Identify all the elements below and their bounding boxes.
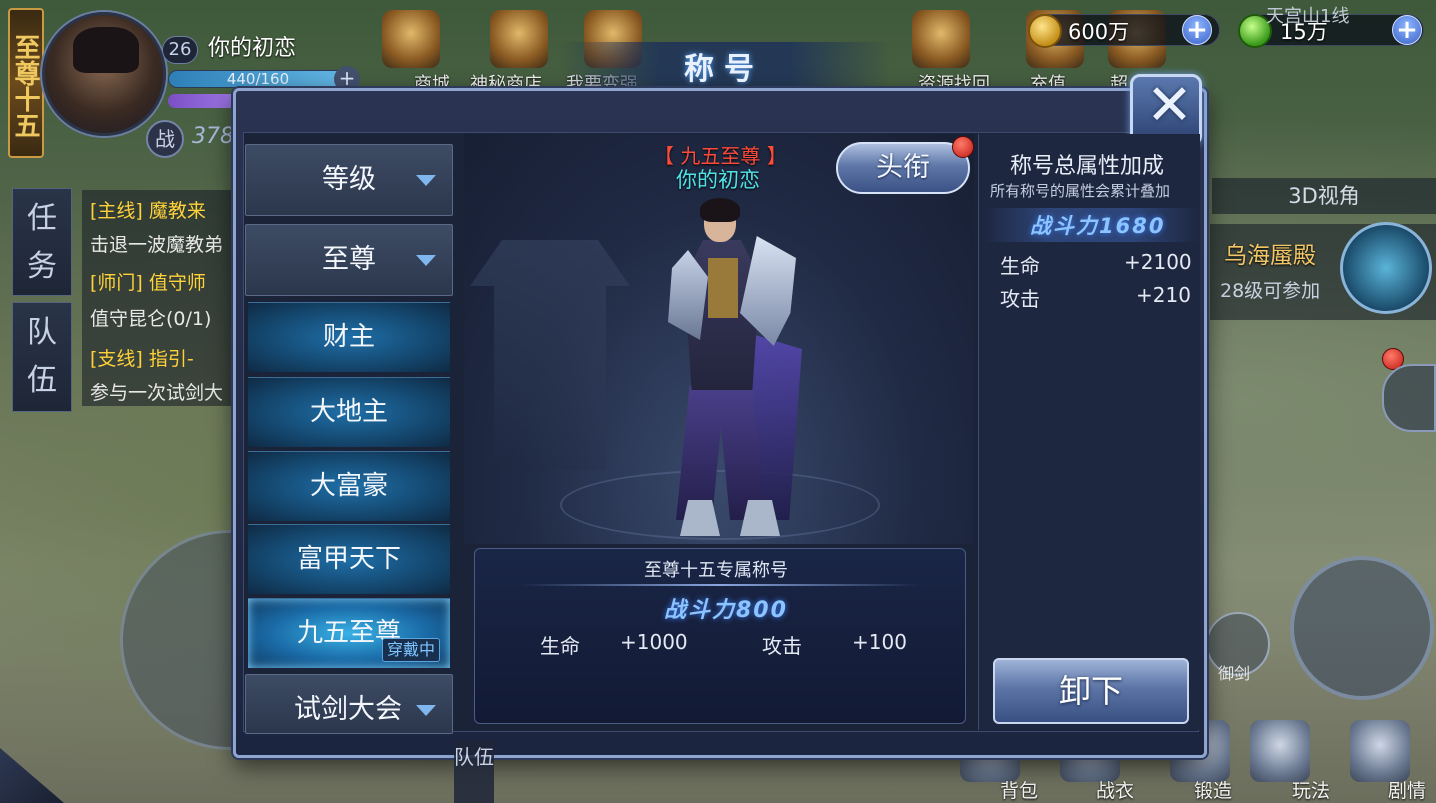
player-name: 你的初恋 [208, 36, 297, 61]
total-stat-hp-value: +2100 [1124, 250, 1192, 274]
quest-line[interactable]: [支线] 指引- [90, 344, 194, 371]
divider [520, 584, 920, 586]
preview-player-name: 你的初恋 [676, 168, 760, 192]
jade-plus-button[interactable]: + [1392, 15, 1422, 45]
character-vest [708, 258, 738, 318]
side-expand-button[interactable] [1382, 364, 1436, 432]
chevron-down-icon [416, 705, 436, 716]
head-title-button[interactable]: 头衔 [836, 142, 970, 194]
quest-line[interactable]: [师门] 值守师 [90, 268, 206, 295]
chevron-down-icon [416, 255, 436, 266]
event-subtitle: 28级可参加 [1220, 280, 1321, 302]
quest-line[interactable]: 击退一波魔教弟 [90, 230, 223, 257]
total-battle-power: 战斗力1680 [1030, 214, 1166, 238]
total-stat-attack-value: +210 [1136, 283, 1191, 307]
fly-sword-label: 御剑 [1218, 664, 1251, 683]
category-label: 等级 [322, 164, 376, 195]
event-portal-icon[interactable] [1340, 222, 1432, 314]
chevron-down-icon [416, 175, 436, 186]
battle-power-icon: 战 [146, 120, 184, 158]
dialog-title: 称号 [684, 52, 764, 87]
3d-view-button[interactable]: 3D视角 [1212, 178, 1436, 214]
event-title: 乌海蜃殿 [1224, 243, 1316, 269]
battle-power-value: 378 [192, 124, 234, 149]
quest-line[interactable]: 值守昆仑(0/1) [90, 304, 211, 331]
title-stat-attack-value: +100 [852, 630, 907, 654]
attack-button[interactable] [1290, 556, 1434, 700]
copper-value: 600万 [1068, 20, 1130, 44]
category-supreme[interactable]: 至尊 [245, 224, 453, 296]
tab-team[interactable]: 队伍 [12, 302, 72, 412]
title-item[interactable]: 大富豪 [248, 451, 450, 521]
top-menu-icon[interactable] [382, 10, 440, 68]
total-bonus-title: 称号总属性加成 [1010, 154, 1165, 179]
total-stat-hp-label: 生命 [1000, 254, 1040, 278]
bottom-menu-label[interactable]: 玩法 [1292, 776, 1330, 803]
team-bottom-tab[interactable]: 队伍 [454, 740, 494, 803]
title-battle-power: 战斗力800 [664, 598, 788, 623]
rank-banner: 至尊十五 [8, 8, 44, 158]
character-hair [700, 198, 740, 222]
category-level[interactable]: 等级 [245, 144, 453, 216]
wearing-badge: 穿戴中 [382, 638, 441, 662]
copper-coin-icon [1028, 14, 1062, 48]
total-stat-attack-label: 攻击 [1000, 287, 1040, 311]
title-stat-hp-value: +1000 [620, 630, 688, 654]
mp-bar [168, 94, 238, 108]
bottom-menu-icon[interactable] [1350, 720, 1410, 782]
close-icon[interactable]: ✕ [1146, 76, 1193, 136]
head-title-notification-dot [952, 136, 974, 158]
tab-task[interactable]: 任务 [12, 188, 72, 296]
corner-menu-button[interactable] [0, 748, 64, 803]
title-stat-attack-label: 攻击 [762, 634, 802, 658]
title-item[interactable]: 财主 [248, 302, 450, 372]
title-stat-hp-label: 生命 [540, 634, 580, 658]
title-info-header: 至尊十五专属称号 [644, 560, 788, 581]
category-label: 至尊 [322, 244, 376, 275]
copper-plus-button[interactable]: + [1182, 15, 1212, 45]
category-label: 试剑大会 [294, 694, 402, 725]
top-menu-icon[interactable] [912, 10, 970, 68]
bottom-menu-label[interactable]: 战衣 [1096, 776, 1134, 803]
pagoda-silhouette [470, 240, 630, 470]
hp-bar: 440/160 [168, 70, 348, 88]
bottom-menu-label[interactable]: 剧情 [1388, 776, 1426, 803]
unequip-button[interactable]: 卸下 [993, 658, 1189, 724]
total-bonus-subtitle: 所有称号的属性会累计叠加 [990, 182, 1171, 200]
title-item[interactable]: 大地主 [248, 377, 450, 447]
category-sword-tournament[interactable]: 试剑大会 [245, 674, 453, 734]
title-item[interactable]: 富甲天下 [248, 524, 450, 594]
player-level: 26 [162, 36, 198, 64]
player-avatar[interactable] [42, 12, 166, 136]
stage-ring [560, 470, 880, 540]
bottom-menu-label[interactable]: 背包 [1000, 776, 1038, 803]
top-menu-icon[interactable] [490, 10, 548, 68]
quest-line[interactable]: [主线] 魔教来 [90, 196, 206, 223]
server-line[interactable]: 天宫山1线 [1266, 2, 1349, 28]
bottom-menu-label[interactable]: 锻造 [1194, 776, 1232, 803]
bottom-menu-icon[interactable] [1250, 720, 1310, 782]
quest-line[interactable]: 参与一次试剑大 [90, 378, 223, 405]
